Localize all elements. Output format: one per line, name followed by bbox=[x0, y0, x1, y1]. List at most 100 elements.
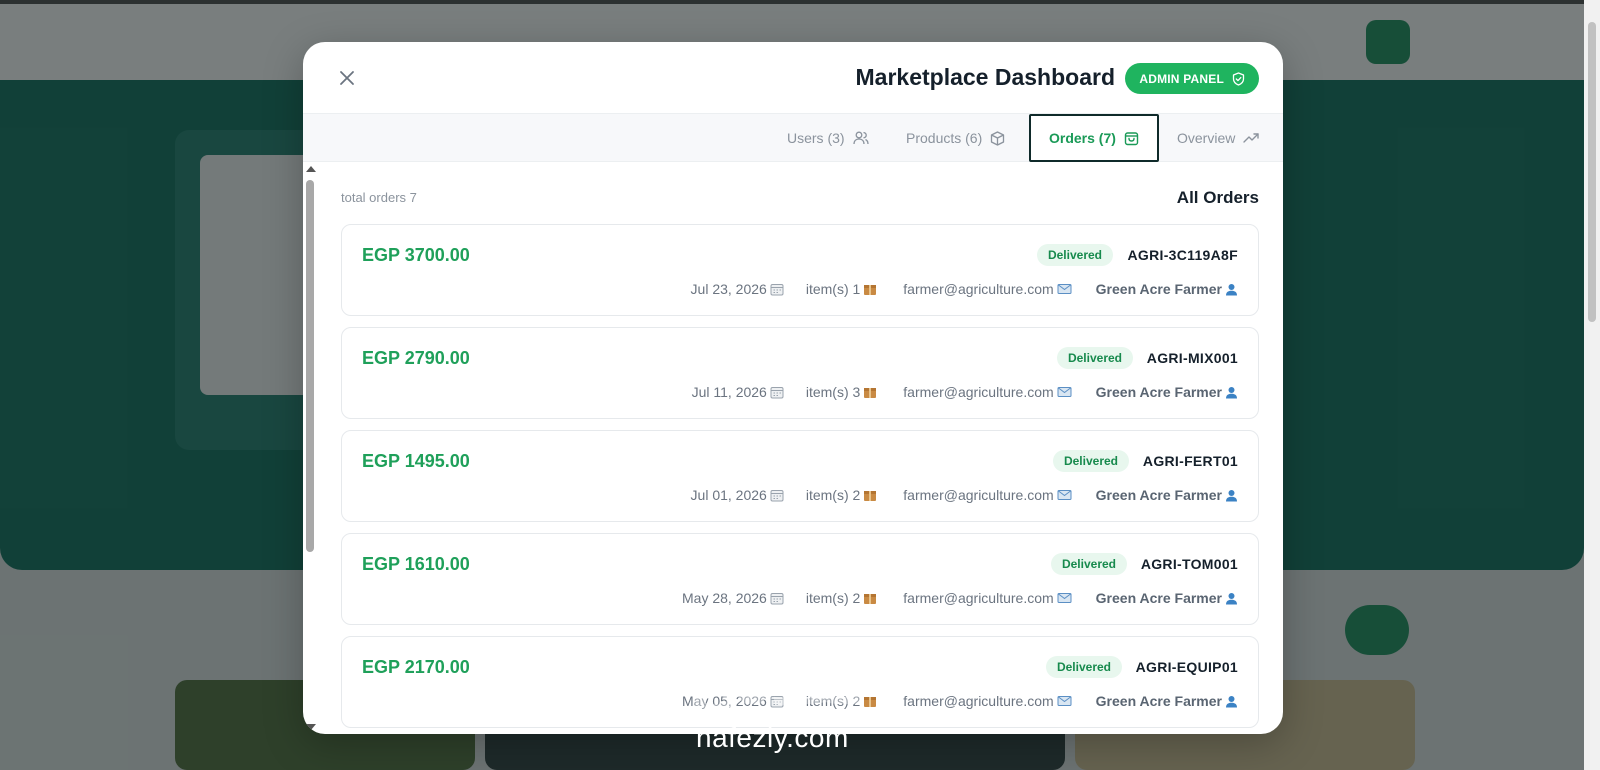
order-email-text: farmer@agriculture.com bbox=[903, 693, 1054, 709]
status-badge: Delivered bbox=[1052, 450, 1129, 472]
tab-label: Products (6) bbox=[906, 130, 983, 146]
package-icon bbox=[864, 284, 877, 295]
calendar-icon bbox=[770, 283, 784, 295]
order-farmer-text: Green Acre Farmer bbox=[1095, 487, 1222, 503]
close-button[interactable] bbox=[333, 64, 361, 92]
order-email-text: farmer@agriculture.com bbox=[903, 487, 1054, 503]
tab-users[interactable]: Users (3) bbox=[787, 114, 869, 162]
cube-icon bbox=[991, 130, 1005, 146]
order-farmer-text: Green Acre Farmer bbox=[1095, 590, 1222, 606]
order-card[interactable]: EGP 2790.00 AGRI-MIX001 Delivered Jul 11, 2… bbox=[341, 327, 1259, 419]
calendar-icon bbox=[770, 489, 784, 501]
package-icon bbox=[864, 593, 877, 604]
order-email: farmer@agriculture.com bbox=[903, 693, 1072, 709]
email-icon bbox=[1057, 593, 1072, 603]
total-orders-label: total orders 7 bbox=[341, 190, 417, 205]
calendar-icon bbox=[770, 592, 784, 604]
email-icon bbox=[1057, 696, 1072, 706]
package-icon bbox=[864, 490, 877, 501]
order-farmer: Green Acre Farmer bbox=[1096, 487, 1238, 503]
shopping-bag-icon bbox=[1124, 132, 1139, 146]
email-icon bbox=[1057, 490, 1072, 500]
order-date-text: Jul 11, 2026 bbox=[691, 384, 767, 400]
user-icon bbox=[1226, 592, 1237, 604]
order-email-text: farmer@agriculture.com bbox=[903, 281, 1054, 297]
order-farmer: Green Acre Farmer bbox=[1096, 281, 1238, 297]
order-items: item(s) 2 bbox=[806, 487, 877, 503]
page-scrollbar-thumb[interactable] bbox=[1588, 22, 1596, 322]
tab-label: Users (3) bbox=[787, 130, 845, 146]
order-date-text: May 28, 2026 bbox=[682, 590, 767, 606]
tab-label: Overview bbox=[1177, 130, 1236, 146]
order-meta: May 28, 2026 item(s) 2 farmer@agriculture.… bbox=[682, 590, 1238, 606]
order-farmer-text: Green Acre Farmer bbox=[1095, 693, 1222, 709]
orders-scrollbar[interactable] bbox=[303, 162, 317, 734]
order-date-text: Jul 01, 2026 bbox=[690, 487, 767, 503]
tab-orders[interactable]: Orders (7) bbox=[1029, 114, 1159, 162]
order-items-text: item(s) 1 bbox=[805, 281, 861, 297]
order-email-text: farmer@agriculture.com bbox=[903, 590, 1054, 606]
order-email-text: farmer@agriculture.com bbox=[903, 384, 1054, 400]
order-card[interactable]: EGP 1495.00 AGRI-FERT01 Delivered Jul 01, 2… bbox=[341, 430, 1259, 522]
all-orders-heading: All Orders bbox=[1176, 188, 1259, 207]
scroll-down-arrow-icon[interactable] bbox=[306, 724, 316, 730]
close-icon bbox=[340, 71, 354, 85]
orders-list-header: total orders 7 All Orders bbox=[341, 184, 1259, 212]
orders-panel: total orders 7 All Orders EGP 3700.00 AGR… bbox=[303, 162, 1283, 734]
user-icon bbox=[1226, 386, 1237, 398]
order-card[interactable]: EGP 1610.00 AGRI-TOM001 Delivered May 28, 2… bbox=[341, 533, 1259, 625]
order-items: item(s) 3 bbox=[806, 384, 877, 400]
shield-check-icon bbox=[1232, 71, 1245, 86]
user-icon bbox=[1226, 283, 1237, 295]
order-items-text: item(s) 3 bbox=[805, 384, 861, 400]
trending-up-icon bbox=[1243, 133, 1260, 143]
email-icon bbox=[1057, 387, 1072, 397]
order-date: Jul 11, 2026 bbox=[692, 384, 784, 400]
status-badge: Delivered bbox=[1050, 553, 1127, 575]
modal-header: Marketplace Dashboard ADMIN PANEL bbox=[303, 42, 1283, 114]
status-badge: Delivered bbox=[1045, 656, 1122, 678]
order-amount: EGP 2170.00 bbox=[362, 657, 470, 677]
order-farmer-text: Green Acre Farmer bbox=[1095, 384, 1222, 400]
email-icon bbox=[1057, 284, 1072, 294]
order-amount: EGP 2790.00 bbox=[362, 348, 470, 368]
package-icon bbox=[864, 387, 877, 398]
order-email: farmer@agriculture.com bbox=[903, 384, 1072, 400]
scroll-up-arrow-icon[interactable] bbox=[306, 166, 316, 172]
order-date: Jul 23, 2026 bbox=[691, 281, 784, 297]
orders-scrollbar-thumb[interactable] bbox=[306, 180, 314, 552]
order-items: item(s) 2 bbox=[806, 590, 877, 606]
modal-title: Marketplace Dashboard bbox=[855, 64, 1115, 90]
order-email: farmer@agriculture.com bbox=[903, 590, 1072, 606]
tab-label: Orders (7) bbox=[1049, 130, 1116, 146]
order-date: May 28, 2026 bbox=[682, 590, 784, 606]
watermark-text: nafezly.com bbox=[696, 722, 849, 753]
order-date-text: Jul 23, 2026 bbox=[690, 281, 767, 297]
users-icon bbox=[852, 131, 869, 145]
order-id: AGRI-EQUIP01 bbox=[1135, 659, 1238, 675]
order-amount: EGP 1610.00 bbox=[362, 554, 470, 574]
order-meta: Jul 11, 2026 item(s) 3 farmer@agriculture.… bbox=[692, 384, 1238, 400]
order-items: item(s) 1 bbox=[806, 281, 877, 297]
user-icon bbox=[1226, 695, 1237, 707]
order-card[interactable]: EGP 3700.00 AGRI-3C119A8F Delivered Jul 23,… bbox=[341, 224, 1259, 316]
admin-panel-badge: ADMIN PANEL bbox=[1125, 63, 1259, 94]
tab-products[interactable]: Products (6) bbox=[906, 114, 1005, 162]
status-badge: Delivered bbox=[1056, 347, 1133, 369]
order-farmer: Green Acre Farmer bbox=[1096, 590, 1238, 606]
order-id: AGRI-MIX001 bbox=[1146, 350, 1238, 366]
order-items-text: item(s) 2 bbox=[805, 590, 861, 606]
order-id: AGRI-TOM001 bbox=[1140, 556, 1238, 572]
status-badge: Delivered bbox=[1036, 244, 1113, 266]
order-meta: Jul 23, 2026 item(s) 1 farmer@agriculture.… bbox=[691, 281, 1238, 297]
tab-bar: Users (3) Products (6) Orders (7) Overvi… bbox=[303, 114, 1283, 162]
dashboard-modal: Marketplace Dashboard ADMIN PANEL Users … bbox=[303, 42, 1283, 734]
order-id: AGRI-FERT01 bbox=[1142, 453, 1238, 469]
order-date: Jul 01, 2026 bbox=[691, 487, 784, 503]
calendar-icon bbox=[770, 386, 784, 398]
order-items-text: item(s) 2 bbox=[805, 487, 861, 503]
order-farmer: Green Acre Farmer bbox=[1096, 693, 1238, 709]
tab-overview[interactable]: Overview bbox=[1177, 114, 1260, 162]
admin-panel-label: ADMIN PANEL bbox=[1139, 71, 1224, 86]
order-farmer-text: Green Acre Farmer bbox=[1095, 281, 1222, 297]
